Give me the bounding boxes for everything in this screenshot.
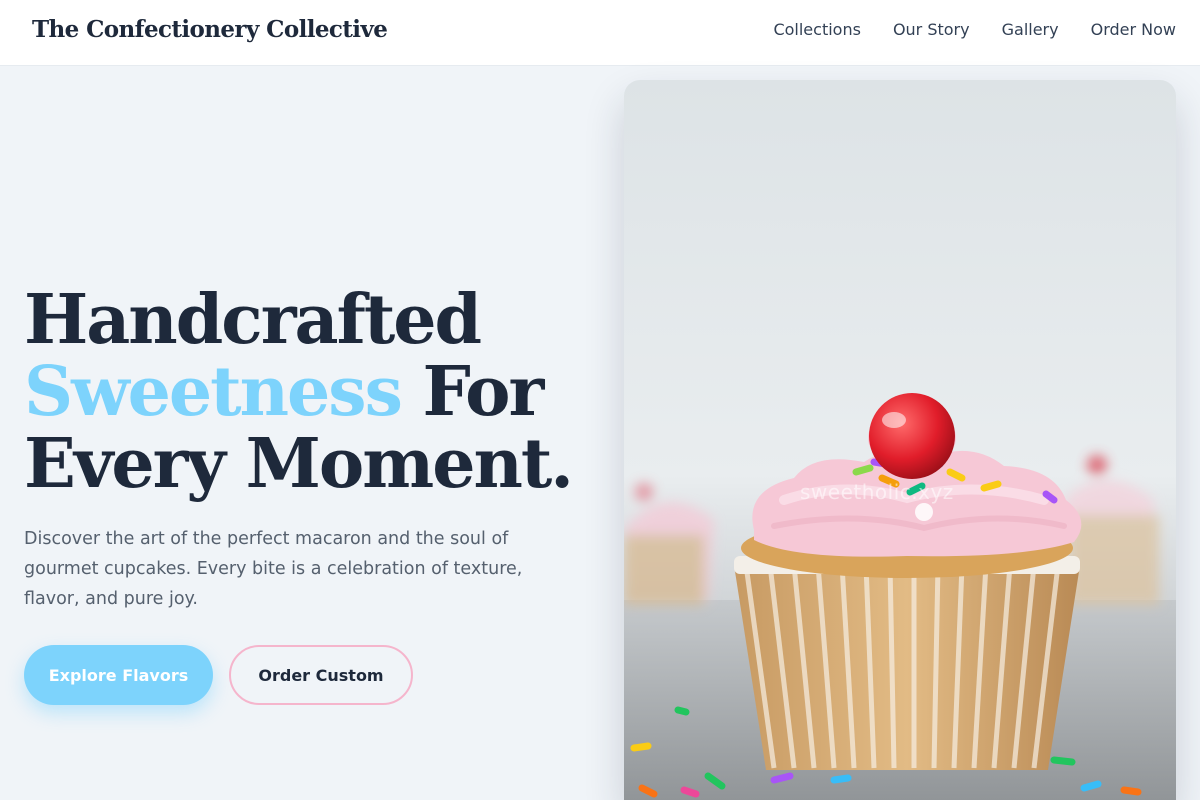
hero-cupcake-image: sweetholic.xyz <box>624 80 1176 800</box>
hero-description: Discover the art of the perfect macaron … <box>24 529 523 609</box>
nav-link-order-now[interactable]: Order Now <box>1091 20 1176 39</box>
nav-link-collections[interactable]: Collections <box>773 20 860 39</box>
hero-heading-line-3: Every Moment. <box>24 424 574 504</box>
nav-link-our-story[interactable]: Our Story <box>893 20 970 39</box>
main-nav: Collections Our Story Gallery Order Now <box>773 20 1176 39</box>
hero-heading-line-2: Sweetness For <box>24 356 572 428</box>
nav-link-gallery[interactable]: Gallery <box>1002 20 1059 39</box>
hero-heading-line-1: Handcrafted <box>24 280 482 360</box>
brand-logo-text[interactable]: The Confectionery Collective <box>32 16 388 43</box>
hero-heading-line-2-rest: For <box>400 352 545 432</box>
image-watermark: sweetholic.xyz <box>800 480 954 504</box>
hero-heading: Handcrafted Sweetness For Every Moment. <box>24 280 574 504</box>
explore-flavors-button[interactable]: Explore Flavors <box>24 645 213 705</box>
top-navigation-bar: The Confectionery Collective Collections… <box>0 0 1200 66</box>
cupcake-illustration <box>624 393 1176 800</box>
order-custom-button[interactable]: Order Custom <box>229 645 413 705</box>
hero-heading-accent-word: Sweetness <box>24 352 403 432</box>
